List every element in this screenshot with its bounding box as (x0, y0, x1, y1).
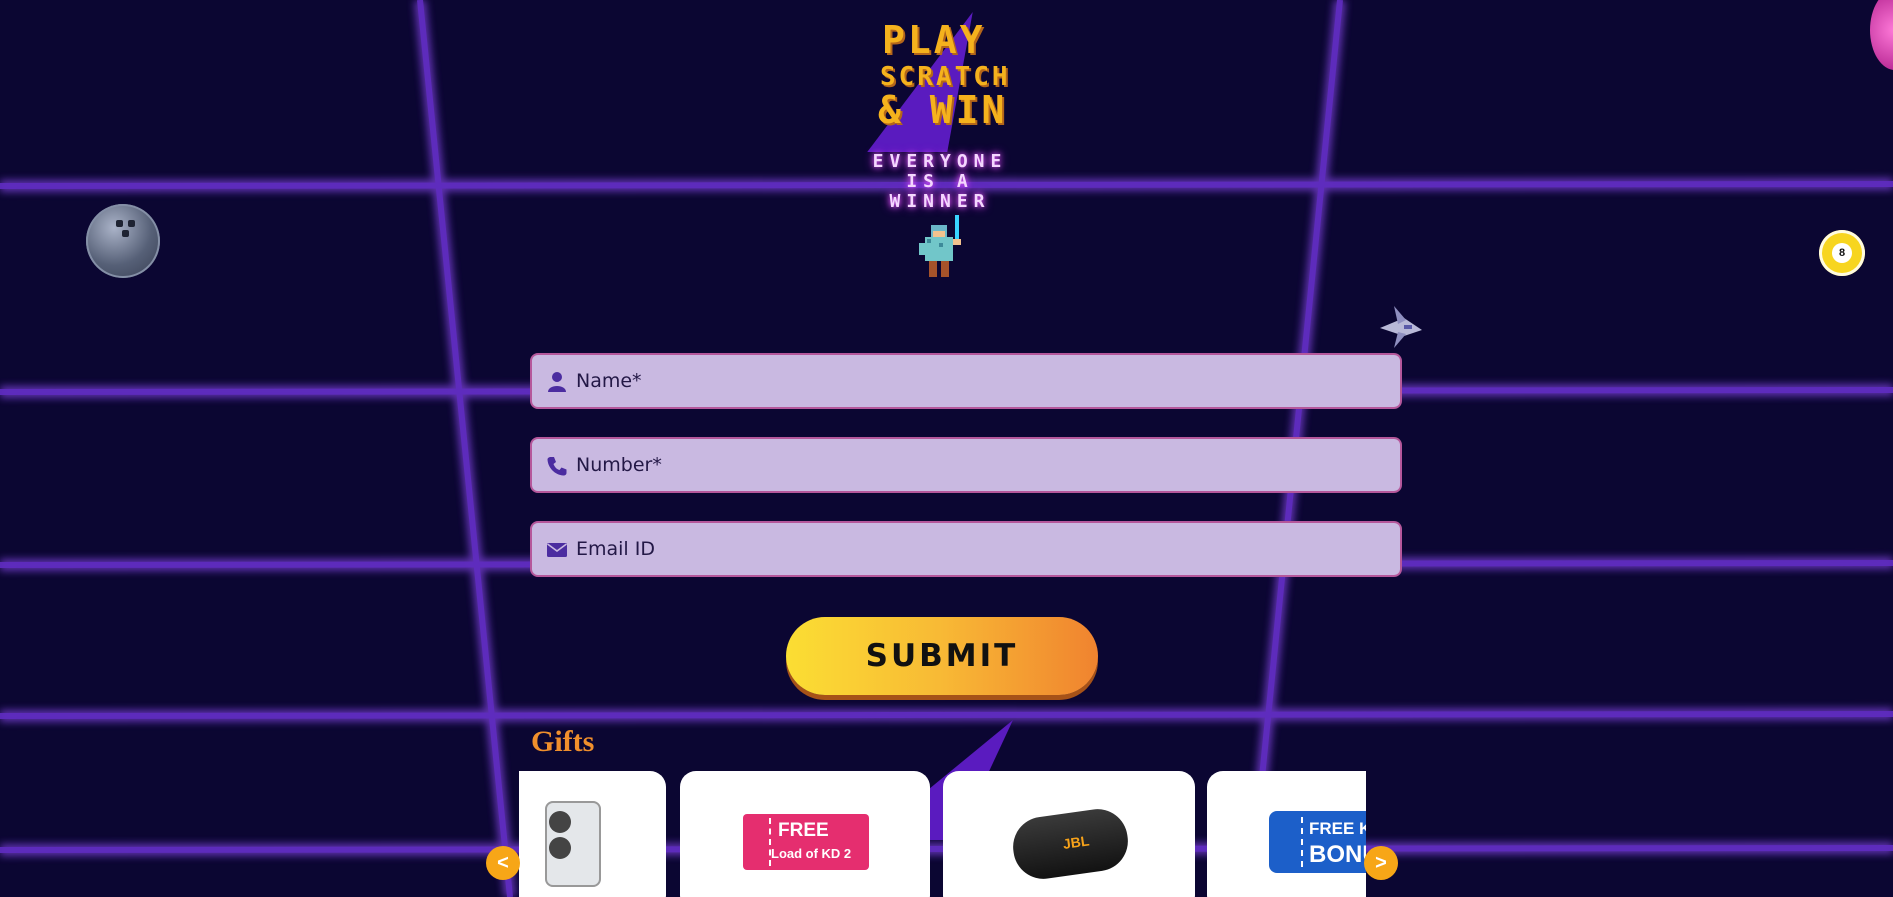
name-field (530, 353, 1402, 409)
gift-card[interactable]: JBL (943, 771, 1195, 897)
gifts-carousel: FREE Load of KD 2 JBL FREE KD BONUS (519, 771, 1366, 897)
user-icon (548, 372, 566, 392)
bowling-ball-icon (86, 204, 160, 278)
pixel-knight-icon (919, 215, 961, 277)
speaker-image: JBL (1009, 805, 1132, 883)
smartphone-image (545, 801, 601, 887)
email-input[interactable] (576, 523, 1386, 575)
number-field (530, 437, 1402, 493)
submit-button[interactable]: SUBMIT (786, 617, 1098, 695)
play-scratch-win-logo: PLAY SCRATCH & WIN (860, 10, 1030, 152)
free-load-ticket-image: FREE Load of KD 2 (743, 814, 869, 870)
carousel-prev-button[interactable]: < (486, 846, 520, 880)
tagline-line-1: EVERYONE (872, 151, 1008, 172)
gifts-heading: Gifts (531, 725, 595, 758)
ticket-load-text: Load of KD 2 (771, 846, 852, 861)
logo-line-win: & WIN (878, 88, 1008, 132)
bonus-text: BONUS (1309, 841, 1366, 868)
gift-card[interactable]: FREE KD BONUS (1207, 771, 1366, 897)
number-input[interactable] (576, 439, 1386, 491)
gift-card[interactable]: FREE Load of KD 2 (680, 771, 930, 897)
speaker-brand: JBL (1061, 832, 1091, 852)
ticket-stub (1275, 817, 1303, 867)
ticket-stub (747, 818, 771, 866)
pool-ball-icon: 8 (1819, 230, 1865, 276)
carousel-next-button[interactable]: > (1364, 846, 1398, 880)
bonus-ticket-image: FREE KD BONUS (1269, 811, 1366, 873)
tagline-line-2: IS A WINNER (889, 171, 991, 212)
ticket-free-text: FREE (778, 820, 829, 841)
spaceship-icon (1380, 306, 1422, 348)
phone-icon (547, 457, 567, 476)
email-field (530, 521, 1402, 577)
logo-line-play: PLAY (882, 18, 986, 62)
name-input[interactable] (576, 355, 1386, 407)
envelope-icon (547, 543, 567, 557)
tagline: EVERYONE IS A WINNER (850, 152, 1030, 212)
gift-card[interactable] (519, 771, 666, 897)
bonus-free-text: FREE KD (1309, 819, 1366, 838)
